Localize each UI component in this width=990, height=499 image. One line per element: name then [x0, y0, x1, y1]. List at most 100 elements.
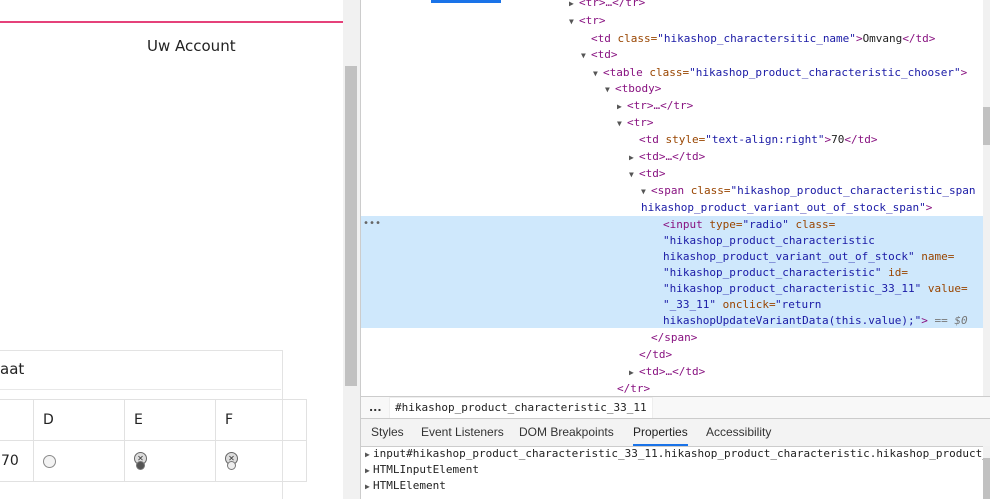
dom-node-line[interactable]: hikashop_product_variant_out_of_stock" n… — [663, 248, 954, 265]
property-row[interactable]: ▶ HTMLInputElement — [365, 462, 479, 478]
selected-node-marker: == $0 — [927, 314, 968, 327]
page-scrollbar[interactable] — [343, 0, 360, 499]
dom-node-line[interactable]: "hikashop_product_characteristic" id= — [663, 264, 908, 281]
devtools-panel: ••• ▶ <tr>…</tr> ▼ <tr> <td class="hikashop_… — [360, 0, 990, 499]
html-tag: <td> — [639, 167, 666, 180]
dom-node-line[interactable]: ▼ <td> — [581, 46, 618, 63]
dom-node-line[interactable]: ▶ <td>…</td> — [629, 148, 705, 165]
size-radio-e-out-of-stock[interactable]: ✕ — [134, 452, 147, 470]
dom-node-line[interactable]: ▶ <tr>…</tr> — [617, 97, 693, 114]
dom-node-line[interactable]: hikashopUpdateVariantData(this.value);">… — [663, 312, 968, 329]
size-heading: aat — [0, 360, 25, 378]
collapse-triangle-icon[interactable]: ▼ — [617, 115, 627, 132]
attribute-value: "_33_11" — [663, 298, 716, 311]
attribute-value: "text-align:right" — [705, 133, 825, 146]
tab-event-listeners[interactable]: Event Listeners — [421, 419, 504, 446]
html-tag: <td — [639, 133, 666, 146]
dom-node-line[interactable]: ▼ <tr> — [617, 114, 654, 131]
text-node: Omvang — [862, 32, 903, 45]
more-options-icon[interactable]: ••• — [363, 218, 381, 229]
html-tag: > — [960, 66, 968, 79]
attribute-name: class= — [788, 218, 836, 231]
account-link[interactable]: Uw Account — [147, 37, 236, 55]
scrollbar-thumb[interactable] — [983, 458, 990, 499]
collapse-triangle-icon[interactable]: ▼ — [569, 13, 579, 30]
table-header-cell: E — [124, 399, 216, 441]
collapse-triangle-icon[interactable]: ▼ — [641, 183, 651, 200]
attribute-name: class= — [690, 184, 731, 197]
dom-node-line[interactable]: "hikashop_product_characteristic — [663, 232, 875, 249]
dom-node-line[interactable]: <td style="text-align:right">70</td> — [639, 131, 877, 148]
attribute-name: id= — [881, 266, 909, 279]
html-tag: </td> — [639, 348, 673, 361]
tab-dom-breakpoints[interactable]: DOM Breakpoints — [519, 419, 614, 446]
scrollbar-thumb[interactable] — [345, 66, 357, 386]
size-value-cell: 70 — [0, 440, 34, 482]
property-row[interactable]: ▶ input#hikashop_product_characteristic_3… — [365, 446, 989, 462]
attribute-name: onclick= — [715, 298, 776, 311]
attribute-value: "hikashop_product_characteristic_span — [730, 184, 976, 197]
attribute-name: class= — [617, 32, 658, 45]
collapse-triangle-icon[interactable]: ▼ — [629, 166, 639, 183]
expand-triangle-icon[interactable]: ▶ — [569, 0, 579, 12]
size-option-cell: ✕ — [215, 440, 307, 482]
properties-scrollbar[interactable] — [983, 446, 990, 499]
dom-node-line[interactable]: ▼ <span class="hikashop_product_character… — [641, 182, 976, 199]
text-node: 70 — [831, 133, 845, 146]
collapse-triangle-icon[interactable]: ▼ — [581, 47, 591, 64]
elements-scrollbar[interactable] — [983, 0, 990, 396]
attribute-name: class= — [649, 66, 690, 79]
properties-list: ▶ input#hikashop_product_characteristic_3… — [361, 446, 990, 499]
property-row[interactable]: ▶ HTMLElement — [365, 478, 446, 494]
elements-tree[interactable]: ••• ▶ <tr>…</tr> ▼ <tr> <td class="hikashop_… — [361, 0, 983, 396]
dom-node-line[interactable]: ▶ <tr>…</tr> — [569, 0, 645, 11]
html-tag: </span> — [651, 331, 698, 344]
tab-accessibility[interactable]: Accessibility — [706, 419, 771, 446]
dom-node-line[interactable]: </td> — [639, 346, 672, 363]
dom-node-line[interactable]: ▼ <tbody> — [605, 80, 661, 97]
expand-triangle-icon[interactable]: ▶ — [629, 364, 639, 381]
dom-node-line[interactable]: hikashop_product_variant_out_of_stock_sp… — [641, 199, 932, 216]
dom-node-line[interactable]: </tr> — [617, 380, 650, 396]
dom-node-line[interactable]: "_33_11" onclick= — [663, 296, 776, 313]
dom-node-line[interactable]: ▶ <td>…</td> — [629, 363, 705, 380]
breadcrumb-more-button[interactable]: ... — [369, 397, 382, 419]
html-tag: <tr>…</tr> — [579, 0, 646, 9]
size-radio-d[interactable] — [43, 454, 56, 468]
expand-triangle-icon: ▶ — [365, 482, 370, 491]
scrollbar-thumb[interactable] — [983, 107, 990, 145]
html-tag: <td>…</td> — [639, 150, 706, 163]
dom-node-line[interactable]: ▼ <table class="hikashop_product_characte… — [593, 64, 967, 81]
dom-node-line[interactable]: "return — [775, 296, 821, 313]
table-row: 70 ✕ ✕ — [0, 440, 307, 482]
dom-node-line[interactable]: <td class="hikashop_charactersitic_name"… — [591, 30, 935, 47]
tab-styles[interactable]: Styles — [371, 419, 404, 446]
size-radio-f-out-of-stock[interactable]: ✕ — [225, 452, 238, 470]
html-tag: <tr> — [627, 116, 654, 129]
attribute-name: type= — [709, 218, 743, 231]
radio-dot-icon — [227, 461, 236, 470]
dom-node-line[interactable]: ▼ <td> — [629, 165, 666, 182]
attribute-name: style= — [665, 133, 706, 146]
expand-triangle-icon: ▶ — [365, 466, 370, 475]
collapse-triangle-icon[interactable]: ▼ — [605, 81, 615, 98]
attribute-value: "hikashop_product_characteristic" — [663, 266, 882, 279]
html-tag: <tr> — [579, 14, 606, 27]
active-tab-indicator — [431, 0, 501, 3]
html-tag: <span — [651, 184, 691, 197]
size-option-cell — [33, 440, 125, 482]
attribute-value: hikashopUpdateVariantData(this.value);" — [663, 314, 922, 327]
expand-triangle-icon[interactable]: ▶ — [629, 149, 639, 166]
dom-node-line[interactable]: "hikashop_product_characteristic_33_11" … — [663, 280, 968, 297]
dom-node-line[interactable]: ▼ <tr> — [569, 12, 606, 29]
collapse-triangle-icon[interactable]: ▼ — [593, 65, 603, 82]
html-tag: > — [855, 32, 863, 45]
html-tag: <td> — [591, 48, 618, 61]
size-option-cell: ✕ — [124, 440, 216, 482]
tab-properties[interactable]: Properties — [633, 419, 688, 446]
dom-node-line[interactable]: </span> — [651, 329, 697, 346]
expand-triangle-icon[interactable]: ▶ — [617, 98, 627, 115]
breadcrumb-item-selected[interactable]: #hikashop_product_characteristic_33_11 — [389, 397, 653, 419]
dom-node-line[interactable]: <input type="radio" class= — [663, 216, 835, 233]
attribute-value: "hikashop_product_characteristic — [663, 234, 875, 247]
